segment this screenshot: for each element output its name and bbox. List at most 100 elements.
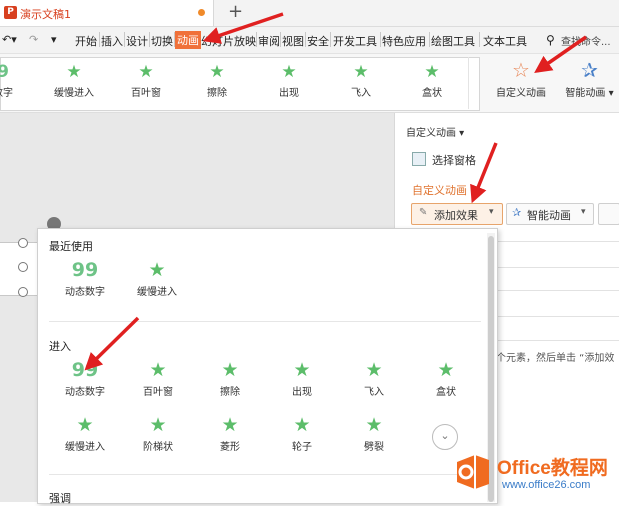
command-search-input[interactable]: 查找命令... — [561, 33, 611, 48]
effect-label: 擦除 — [220, 387, 240, 398]
tab-slideshow[interactable]: 幻灯片放映 — [201, 33, 256, 49]
resize-handle[interactable] — [18, 287, 28, 297]
tab-design[interactable]: 设计 — [126, 33, 148, 49]
smart-animation-button[interactable]: ✰ 智能动画 ▾ — [560, 56, 619, 99]
pane-header-dropdown[interactable]: 自定义动画 ▾ — [406, 124, 464, 139]
custom-animation-section-label: 自定义动画 — [412, 184, 467, 197]
resize-handle[interactable] — [18, 238, 28, 248]
gallery-item-dynamic-number[interactable]: 9 数字 — [0, 60, 35, 106]
effect-label: 百叶窗 — [143, 387, 173, 398]
menu-bar: ↶▾ ↷ ▾ 开始 插入 设计 切换 动画 幻灯片放映 审阅 视图 安全 开发工… — [0, 27, 619, 54]
entrance-section-title: 进入 — [49, 340, 71, 353]
pane-divider — [496, 340, 619, 341]
search-icon[interactable]: ⚲ — [546, 33, 555, 47]
chevron-down-icon[interactable]: ⌄ — [432, 424, 458, 450]
animation-gallery: 9 数字 ★ 缓慢进入 ★ 百叶窗 ★ 擦除 ★ 出现 ★ 飞入 ★ 盒状 — [0, 57, 480, 111]
effect-appear[interactable]: ★ 出现 — [266, 357, 338, 405]
tab-text-tools[interactable]: 文本工具 — [483, 33, 527, 49]
animation-ribbon: 9 数字 ★ 缓慢进入 ★ 百叶窗 ★ 擦除 ★ 出现 ★ 飞入 ★ 盒状 ☆ — [0, 54, 619, 113]
effect-label: 动态数字 — [65, 387, 105, 398]
tab-animation[interactable]: 动画 — [175, 31, 201, 49]
effect-stairs[interactable]: ★ 阶梯状 — [122, 412, 194, 460]
effect-wheel[interactable]: ★ 轮子 — [266, 412, 338, 460]
redo-icon[interactable]: ↷ — [29, 33, 38, 46]
smart-animation-pane-button[interactable]: ✰ 智能动画 ▾ — [506, 203, 594, 225]
effect-slow-enter[interactable]: ★ 缓慢进入 — [49, 412, 121, 460]
new-tab-button[interactable]: + — [228, 1, 243, 22]
selection-pane-icon — [412, 152, 426, 166]
effect-label: 动态数字 — [65, 287, 105, 298]
effect-diamond[interactable]: ★ 菱形 — [194, 412, 266, 460]
pane-divider — [496, 290, 619, 291]
effect-label: 缓慢进入 — [137, 287, 177, 298]
pencil-icon: ✎ — [419, 207, 428, 218]
pane-hint-text: 个元素，然后单击 “添加效 — [496, 353, 615, 364]
gallery-item-label: 百叶窗 — [131, 88, 161, 99]
tab-drawing-tools[interactable]: 绘图工具 — [431, 33, 475, 49]
green-star-icon: ★ — [281, 62, 297, 82]
tab-review[interactable]: 审阅 — [258, 33, 280, 49]
green-star-icon: ★ — [148, 259, 166, 281]
number-effect-icon: 99 — [71, 259, 99, 281]
gallery-item-wipe[interactable]: ★ 擦除 — [185, 60, 249, 106]
effect-dynamic-number[interactable]: 99 动态数字 — [49, 257, 121, 305]
effect-box[interactable]: ★ 盒状 — [410, 357, 482, 405]
gallery-scrollbar[interactable] — [468, 57, 478, 109]
green-star-icon: ★ — [149, 414, 167, 436]
effect-split[interactable]: ★ 劈裂 — [338, 412, 410, 460]
chevron-down-icon: ▾ — [489, 207, 494, 217]
number-effect-icon: 99 — [71, 359, 99, 381]
undo-icon[interactable]: ↶▾ — [2, 33, 17, 46]
gallery-item-box[interactable]: ★ 盒状 — [400, 60, 464, 106]
effect-fly-in[interactable]: ★ 飞入 — [338, 357, 410, 405]
tab-security[interactable]: 安全 — [307, 33, 329, 49]
gallery-item-label: 飞入 — [351, 88, 371, 99]
office-logo-icon — [457, 455, 489, 489]
quick-access-more-icon[interactable]: ▾ — [51, 33, 57, 46]
gallery-item-blinds[interactable]: ★ 百叶窗 — [114, 60, 178, 106]
section-divider — [49, 321, 481, 322]
green-star-icon: ★ — [424, 62, 440, 82]
gallery-item-label: 擦除 — [207, 88, 227, 99]
resize-handle[interactable] — [18, 262, 28, 272]
pane-extra-button[interactable] — [598, 203, 619, 225]
pane-divider — [496, 316, 619, 317]
section-divider — [49, 474, 481, 475]
gallery-item-label: 数字 — [0, 88, 13, 99]
green-star-icon: ★ — [221, 414, 239, 436]
gallery-item-label: 盒状 — [422, 88, 442, 99]
selection-pane-link[interactable]: 选择窗格 — [432, 152, 476, 168]
effect-slow-enter[interactable]: ★ 缓慢进入 — [121, 257, 193, 305]
tab-featured-apps[interactable]: 特色应用 — [382, 33, 426, 49]
effect-label: 飞入 — [364, 387, 384, 398]
gallery-item-fly-in[interactable]: ★ 飞入 — [329, 60, 393, 106]
emphasis-section-title: 强调 — [49, 492, 71, 505]
effect-dynamic-number[interactable]: 99 动态数字 — [49, 357, 121, 405]
document-title[interactable]: 演示文稿1 — [20, 6, 71, 22]
green-star-icon: ★ — [76, 414, 94, 436]
presentation-app-icon: P — [4, 6, 17, 19]
gallery-item-appear[interactable]: ★ 出现 — [257, 60, 321, 106]
gallery-item-label: 出现 — [279, 88, 299, 99]
green-star-icon: ★ — [209, 62, 225, 82]
recent-section-title: 最近使用 — [49, 240, 93, 253]
custom-animation-button[interactable]: ☆ 自定义动画 — [488, 56, 554, 99]
effect-blinds[interactable]: ★ 百叶窗 — [122, 357, 194, 405]
star-pencil-icon: ☆ — [512, 58, 530, 82]
effect-wipe[interactable]: ★ 擦除 — [194, 357, 266, 405]
effect-label: 轮子 — [292, 442, 312, 453]
unsaved-indicator — [198, 9, 205, 16]
tab-insert[interactable]: 插入 — [101, 33, 123, 49]
tab-transition[interactable]: 切换 — [151, 33, 173, 49]
green-star-icon: ★ — [66, 62, 82, 82]
gallery-item-slow-enter[interactable]: ★ 缓慢进入 — [42, 60, 106, 106]
tab-home[interactable]: 开始 — [75, 33, 97, 49]
smart-animation-label: 智能动画 ▾ — [565, 88, 614, 99]
custom-animation-label: 自定义动画 — [496, 88, 546, 99]
tab-view[interactable]: 视图 — [282, 33, 304, 49]
effect-label: 盒状 — [436, 387, 456, 398]
add-effect-button[interactable]: ✎ 添加效果 ▾ — [411, 203, 503, 225]
tab-developer[interactable]: 开发工具 — [333, 33, 377, 49]
green-star-icon: ★ — [365, 414, 383, 436]
smart-star-icon: ✰ — [581, 58, 598, 82]
